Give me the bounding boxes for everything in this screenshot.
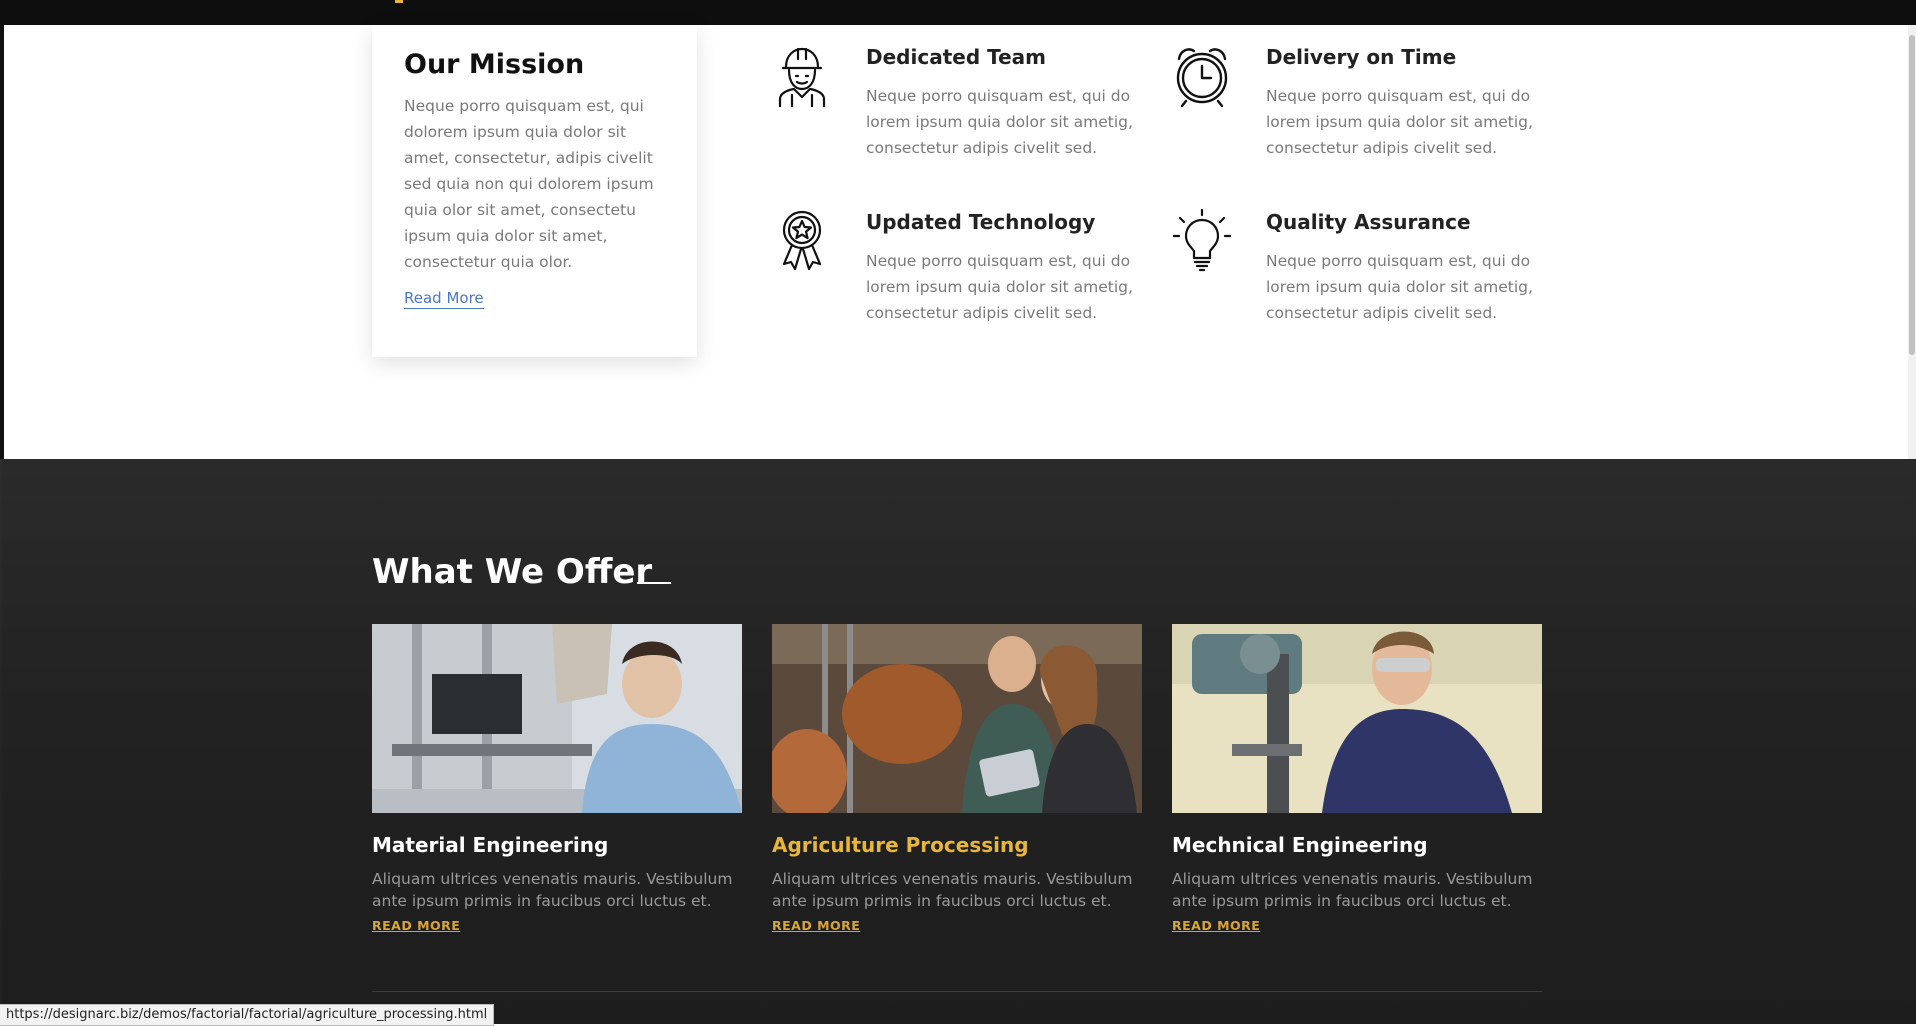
feature-updated-technology: Updated Technology Neque porro quisquam … (770, 198, 1150, 338)
offer-image-lab[interactable] (372, 624, 742, 813)
offer-text: Aliquam ultrices venenatis mauris. Vesti… (1172, 870, 1533, 910)
offer-title[interactable]: Agriculture Processing (772, 833, 1029, 857)
alarm-clock-icon (1176, 48, 1228, 107)
feature-text: Neque porro quisquam est, qui do lorem i… (866, 252, 1133, 322)
offer-image-cattle[interactable] (772, 624, 1142, 813)
section-divider (372, 991, 1542, 992)
offer-image-drill[interactable] (1172, 624, 1542, 813)
lightbulb-icon (1172, 208, 1232, 272)
section-title: What We Offer (372, 552, 653, 592)
feature-delivery-on-time: Delivery on Time Neque porro quisquam es… (1170, 33, 1550, 173)
mission-title: Our Mission (404, 49, 585, 80)
feature-title: Delivery on Time (1266, 45, 1457, 69)
mission-read-more-link[interactable]: Read More (404, 289, 484, 309)
worker-icon (778, 47, 826, 107)
offer-read-more-link[interactable]: READ MORE (372, 918, 460, 933)
top-nav-bar (0, 0, 1916, 25)
offer-title[interactable]: Mechnical Engineering (1172, 833, 1428, 857)
feature-title: Dedicated Team (866, 45, 1046, 69)
logo-accent-fragment (395, 0, 403, 3)
offer-card-mechnical-engineering: Mechnical Engineering Aliquam ultrices v… (1172, 624, 1542, 933)
offer-card-material-engineering: Material Engineering Aliquam ultrices ve… (372, 624, 742, 933)
offer-text: Aliquam ultrices venenatis mauris. Vesti… (772, 870, 1133, 910)
scrollbar-thumb[interactable] (1909, 35, 1915, 355)
feature-quality-assurance: Quality Assurance Neque porro quisquam e… (1170, 198, 1550, 338)
mission-card: Our Mission Neque porro quisquam est, qu… (372, 25, 697, 357)
title-underline (637, 582, 671, 584)
mission-text: Neque porro quisquam est, qui dolorem ip… (404, 97, 654, 271)
feature-text: Neque porro quisquam est, qui do lorem i… (866, 87, 1133, 157)
offer-read-more-link[interactable]: READ MORE (1172, 918, 1260, 933)
offer-read-more-link[interactable]: READ MORE (772, 918, 860, 933)
feature-text: Neque porro quisquam est, qui do lorem i… (1266, 252, 1533, 322)
offer-card-agriculture-processing: Agriculture Processing Aliquam ultrices … (772, 624, 1142, 933)
feature-text: Neque porro quisquam est, qui do lorem i… (1266, 87, 1533, 157)
what-we-offer-section: What We Offer Material Engineering Aliqu… (0, 459, 1916, 1024)
offer-title[interactable]: Material Engineering (372, 833, 608, 857)
page-scrollbar[interactable] (1908, 25, 1916, 459)
offer-text: Aliquam ultrices venenatis mauris. Vesti… (372, 870, 733, 910)
award-badge-icon (782, 210, 822, 271)
status-bar-url: https://designarc.biz/demos/factorial/fa… (0, 1004, 495, 1026)
feature-dedicated-team: Dedicated Team Neque porro quisquam est,… (770, 33, 1150, 173)
feature-title: Quality Assurance (1266, 210, 1471, 234)
feature-title: Updated Technology (866, 210, 1096, 234)
window-edge (0, 25, 4, 459)
